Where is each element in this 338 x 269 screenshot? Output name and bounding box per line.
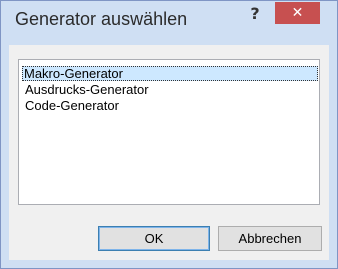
- help-button[interactable]: ?: [239, 2, 271, 28]
- dialog-body: Makro-Generator Ausdrucks-Generator Code…: [9, 45, 329, 260]
- list-item-code-generator[interactable]: Code-Generator: [23, 98, 121, 113]
- title-bar[interactable]: Generator auswählen ? ✕: [1, 1, 337, 37]
- cancel-button[interactable]: Abbrechen: [218, 226, 322, 251]
- close-icon: ✕: [291, 5, 304, 21]
- dialog-window: Generator auswählen ? ✕ Makro-Generator …: [0, 0, 338, 269]
- list-item-ausdrucks-generator[interactable]: Ausdrucks-Generator: [23, 82, 151, 97]
- generator-listbox[interactable]: Makro-Generator Ausdrucks-Generator Code…: [18, 59, 320, 205]
- list-item-makro-generator[interactable]: Makro-Generator: [22, 66, 318, 81]
- close-button[interactable]: ✕: [275, 2, 320, 24]
- ok-button[interactable]: OK: [98, 226, 210, 251]
- dialog-title: Generator auswählen: [15, 9, 188, 29]
